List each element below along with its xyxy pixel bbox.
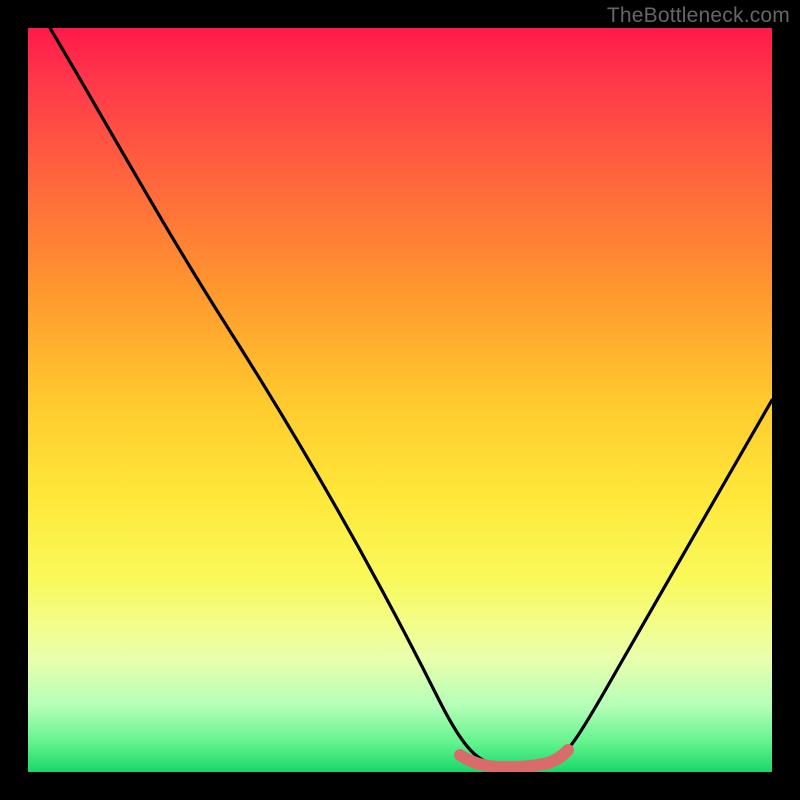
chart-frame: TheBottleneck.com: [0, 0, 800, 800]
highlight-band: [460, 750, 568, 767]
watermark-text: TheBottleneck.com: [607, 4, 790, 28]
plot-area: [28, 28, 772, 772]
curve-layer: [28, 28, 772, 772]
bottleneck-curve: [50, 28, 772, 766]
